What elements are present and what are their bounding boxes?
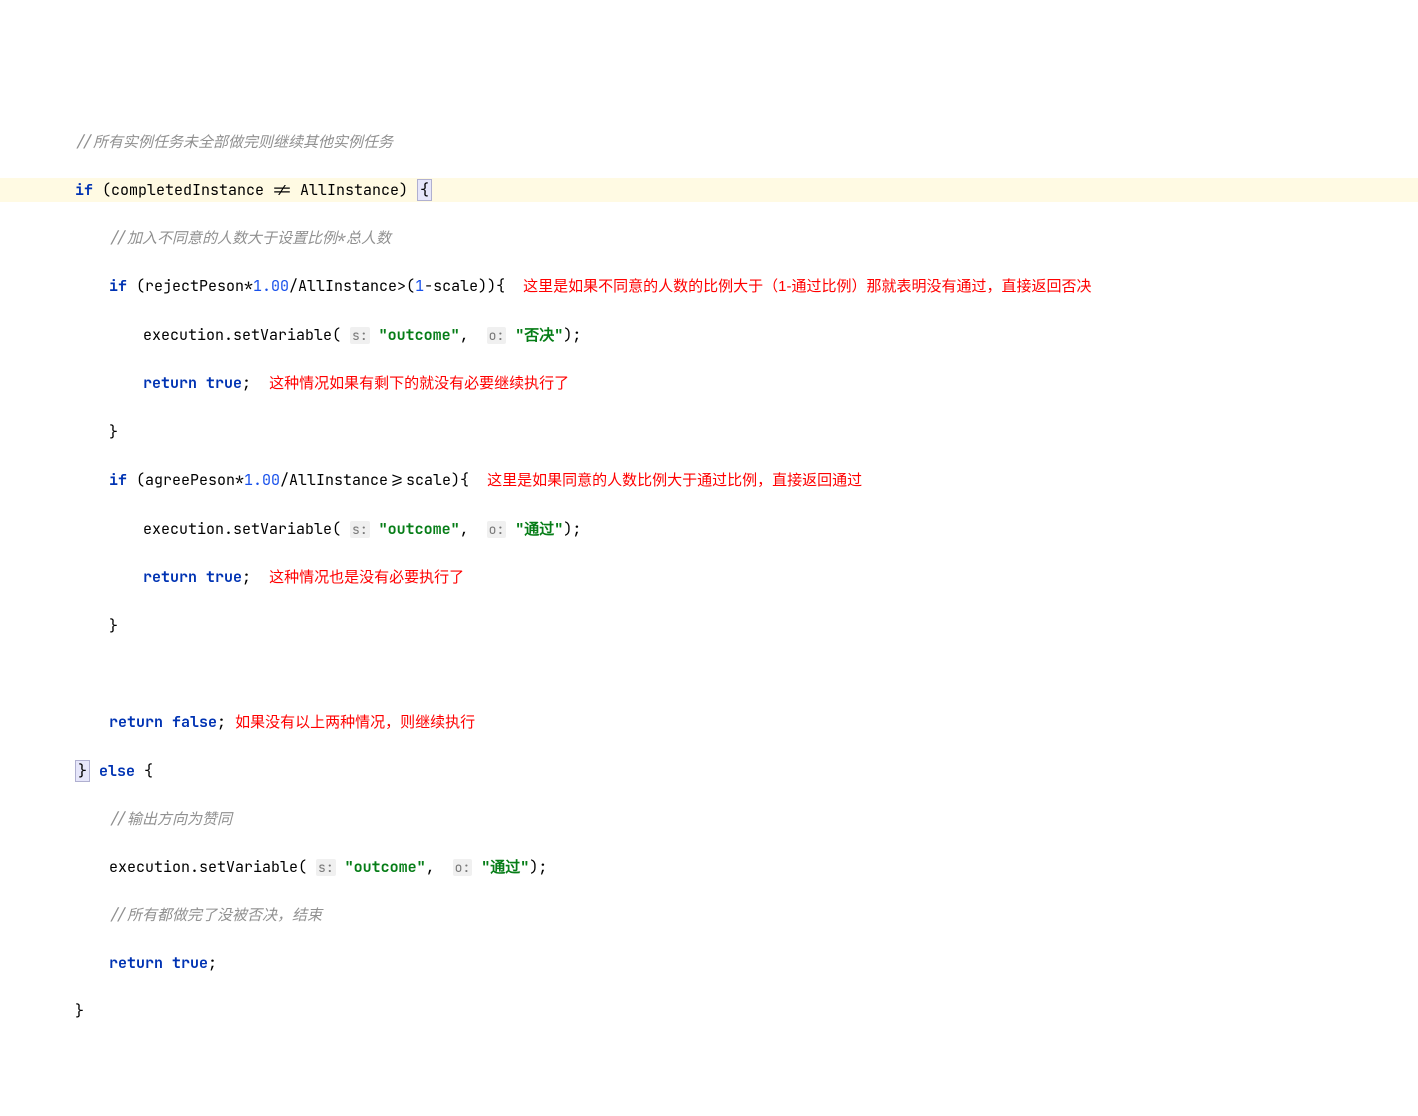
- code-text: );: [563, 325, 581, 345]
- code-line-empty: [0, 1095, 1418, 1116]
- number-literal: 1.00: [244, 470, 280, 490]
- code-line: return false; 如果没有以上两种情况，则继续执行: [0, 710, 1418, 735]
- code-line: //所有都做完了没被否决，结束: [0, 903, 1418, 927]
- number-literal: 1: [415, 276, 424, 296]
- keyword-true: true: [206, 567, 242, 587]
- param-hint: o:: [487, 327, 507, 344]
- code-line: return true; 这种情况如果有剩下的就没有必要继续执行了: [0, 371, 1418, 396]
- code-text: /AllInstance>(: [289, 276, 415, 296]
- semicolon: ;: [242, 373, 251, 393]
- param-hint: s:: [350, 521, 370, 538]
- annotation-text: 这种情况也是没有必要执行了: [269, 569, 464, 586]
- param-hint: s:: [316, 859, 336, 876]
- number-literal: 1.00: [253, 276, 289, 296]
- param-hint: o:: [487, 521, 507, 538]
- code-line: execution.setVariable( s: "outcome", o: …: [0, 323, 1418, 347]
- code-line: } else {: [0, 759, 1418, 783]
- semicolon: ;: [242, 567, 251, 587]
- annotation-text: 如果没有以上两种情况，则继续执行: [235, 714, 475, 731]
- semicolon: ;: [217, 712, 226, 732]
- code-line: if (rejectPeson*1.00/AllInstance>(1-scal…: [0, 274, 1418, 299]
- keyword-true: true: [206, 373, 242, 393]
- string-literal: "outcome": [379, 519, 460, 539]
- string-literal: "通过": [515, 519, 563, 539]
- param-hint: o:: [453, 859, 473, 876]
- code-text: /AllInstance>=scale){: [280, 470, 469, 490]
- string-literal: "否决": [515, 325, 563, 345]
- code-line: //所有实例任务未全部做完则继续其他实例任务: [0, 130, 1418, 154]
- keyword-return: return: [143, 373, 197, 393]
- code-text: -scale)){: [424, 276, 505, 296]
- code-editor[interactable]: //所有实例任务未全部做完则继续其他实例任务 if (completedInst…: [0, 106, 1418, 1116]
- comment: //输出方向为赞同: [109, 809, 232, 829]
- annotation-text: 这种情况如果有剩下的就没有必要继续执行了: [269, 375, 569, 392]
- keyword-if: if: [109, 276, 127, 296]
- code-text: );: [563, 519, 581, 539]
- code-text: execution.setVariable(: [143, 325, 350, 345]
- code-line: //加入不同意的人数大于设置比例*总人数: [0, 226, 1418, 250]
- code-line: }: [0, 614, 1418, 638]
- string-literal: "通过": [481, 857, 529, 877]
- semicolon: ;: [208, 953, 217, 973]
- annotation-text: 这里是如果不同意的人数的比例大于（1-通过比例）那就表明没有通过，直接返回否决: [523, 278, 1091, 295]
- keyword-false: false: [172, 712, 217, 732]
- code-text: (rejectPeson*: [127, 276, 253, 296]
- keyword-else: else: [99, 761, 135, 781]
- comment: //所有都做完了没被否决，结束: [109, 905, 322, 925]
- code-line: //输出方向为赞同: [0, 807, 1418, 831]
- brace-close: }: [109, 616, 118, 636]
- param-hint: s:: [350, 327, 370, 344]
- comment: //加入不同意的人数大于设置比例*总人数: [109, 228, 391, 248]
- annotation-text: 这里是如果同意的人数比例大于通过比例，直接返回通过: [487, 472, 862, 489]
- keyword-if: if: [109, 470, 127, 490]
- code-line-empty: [0, 662, 1418, 686]
- keyword-return: return: [109, 953, 163, 973]
- brace-close-highlight: }: [75, 760, 90, 782]
- code-line: execution.setVariable( s: "outcome", o: …: [0, 517, 1418, 541]
- code-line: }: [0, 420, 1418, 444]
- keyword-true: true: [172, 953, 208, 973]
- keyword-return: return: [143, 567, 197, 587]
- code-text: execution.setVariable(: [109, 857, 316, 877]
- string-literal: "outcome": [379, 325, 460, 345]
- code-line: if (agreePeson*1.00/AllInstance>=scale){…: [0, 468, 1418, 493]
- code-line: return true; 这种情况也是没有必要执行了: [0, 565, 1418, 590]
- code-line: execution.setVariable( s: "outcome", o: …: [0, 855, 1418, 879]
- code-line-empty: [0, 1047, 1418, 1071]
- code-text: {: [135, 761, 153, 781]
- code-text: execution.setVariable(: [143, 519, 350, 539]
- code-text: (agreePeson*: [127, 470, 244, 490]
- keyword-if: if: [75, 180, 93, 200]
- brace-close: }: [75, 1001, 84, 1021]
- code-line-highlighted: if (completedInstance != AllInstance) {: [0, 178, 1418, 202]
- keyword-return: return: [109, 712, 163, 732]
- code-text: ,: [460, 325, 487, 345]
- string-literal: "outcome": [345, 857, 426, 877]
- condition: (completedInstance != AllInstance): [93, 180, 417, 200]
- brace-close: }: [109, 422, 118, 442]
- brace-open-highlight: {: [417, 179, 432, 201]
- code-line: }: [0, 999, 1418, 1023]
- code-line: return true;: [0, 951, 1418, 975]
- code-text: ,: [426, 857, 453, 877]
- comment: //所有实例任务未全部做完则继续其他实例任务: [75, 132, 393, 152]
- code-text: );: [529, 857, 547, 877]
- code-text: ,: [460, 519, 487, 539]
